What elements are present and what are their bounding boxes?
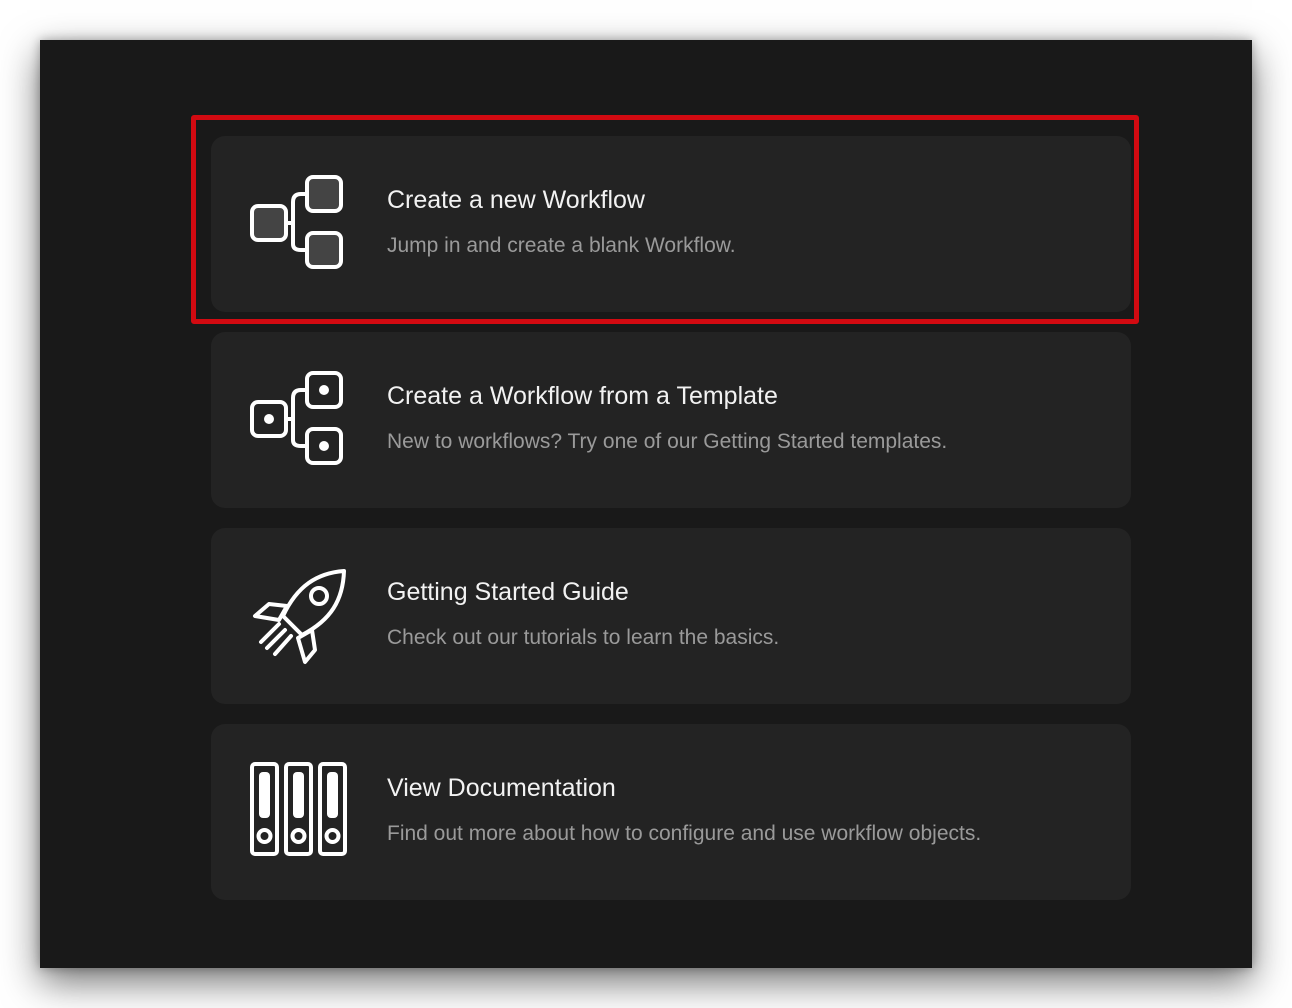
- card-subtitle: New to workflows? Try one of our Getting…: [387, 430, 948, 453]
- card-title: View Documentation: [387, 774, 616, 802]
- card-subtitle: Check out our tutorials to learn the bas…: [387, 626, 780, 649]
- create-new-workflow-card[interactable]: Create a new Workflow Jump in and create…: [211, 136, 1131, 312]
- window: Create a new Workflow Jump in and create…: [40, 40, 1252, 968]
- getting-started-guide-card[interactable]: Getting Started Guide Check out our tuto…: [211, 528, 1131, 704]
- workflow-template-icon: [250, 371, 343, 465]
- documentation-binders-icon: [250, 762, 347, 856]
- card-title: Create a Workflow from a Template: [387, 382, 778, 410]
- workflow-blank-icon: [250, 175, 343, 269]
- card-subtitle: Find out more about how to configure and…: [387, 822, 982, 845]
- view-documentation-card[interactable]: View Documentation Find out more about h…: [211, 724, 1131, 900]
- card-title: Getting Started Guide: [387, 578, 629, 606]
- create-from-template-card[interactable]: Create a Workflow from a Template New to…: [211, 332, 1131, 508]
- card-subtitle: Jump in and create a blank Workflow.: [387, 234, 736, 257]
- rocket-icon: [253, 569, 346, 664]
- card-title: Create a new Workflow: [387, 186, 645, 214]
